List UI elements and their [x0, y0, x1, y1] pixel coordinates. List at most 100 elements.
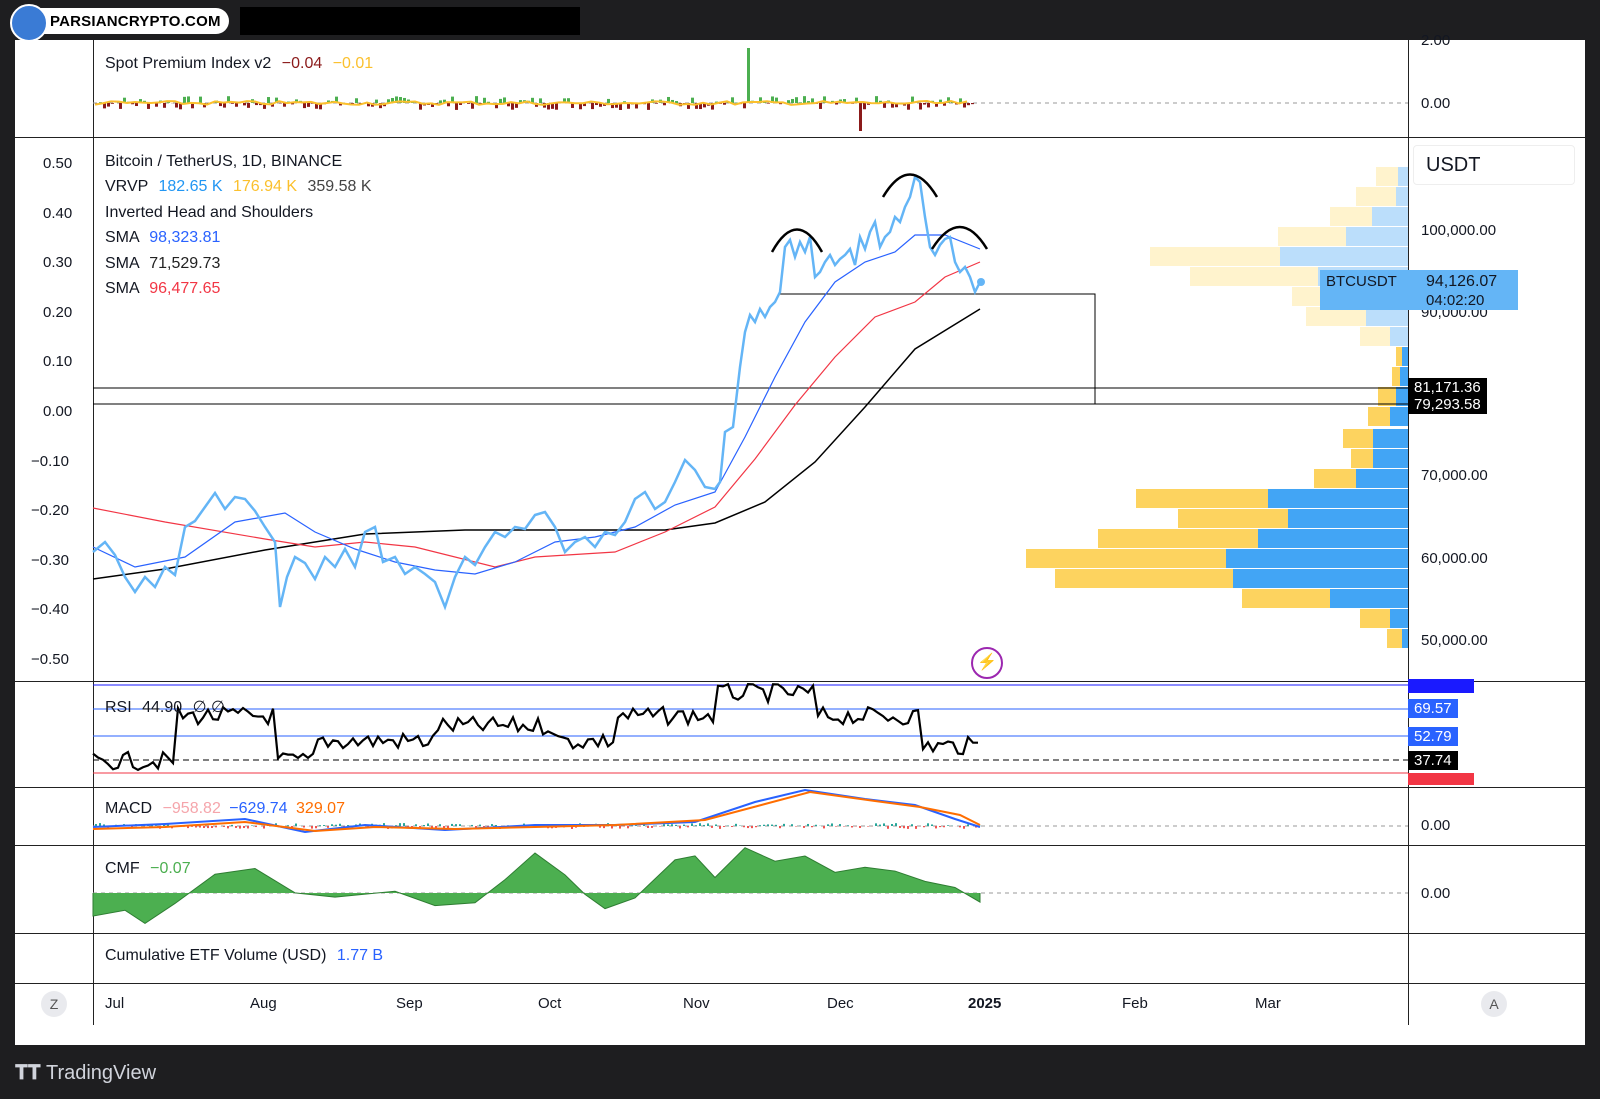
- sma-legend-1[interactable]: SMA 98,323.81: [105, 229, 220, 247]
- macd-histogram-bar: [815, 824, 817, 826]
- macd-histogram-bar: [327, 826, 329, 828]
- alert-icon[interactable]: ⚡: [971, 647, 1003, 679]
- volume-profile-buy: [1330, 589, 1408, 608]
- macd-histogram-bar: [651, 826, 653, 828]
- macd-histogram-bar: [711, 826, 713, 828]
- macd-histogram-bar: [867, 826, 869, 827]
- premium-bar: [267, 97, 270, 103]
- auto-scale-a-button[interactable]: A: [1481, 991, 1507, 1017]
- volume-profile-sell: [1330, 207, 1372, 226]
- premium-bar: [883, 103, 886, 108]
- rsi-tag-3[interactable]: 37.74: [1408, 751, 1458, 770]
- macd-histogram-bar: [839, 824, 841, 826]
- macd-histogram-bar: [879, 824, 881, 826]
- time-axis[interactable]: Z A Jul Aug Sep Oct Nov Dec 2025 Feb Mar: [15, 983, 1585, 1025]
- macd-axis[interactable]: 0.00: [1408, 787, 1586, 845]
- rsi-tag-top[interactable]: [1408, 679, 1474, 693]
- macd-histogram-bar: [947, 825, 949, 826]
- auto-scale-z-button[interactable]: Z: [41, 991, 67, 1017]
- sma-legend-3[interactable]: SMA 96,477.65: [105, 280, 220, 298]
- vrvp-legend[interactable]: VRVP 182.65 K 176.94 K 359.58 K: [105, 178, 372, 196]
- premium-bar: [439, 100, 442, 103]
- premium-bar: [355, 98, 358, 103]
- premium-bar: [803, 96, 806, 103]
- tradingview-logo: 𝐓𝐓 TradingView: [15, 1062, 157, 1084]
- macd-histogram-bar: [435, 826, 437, 828]
- macd-histogram-bar: [155, 825, 157, 826]
- macd-histogram-bar: [347, 825, 349, 826]
- volume-profile-buy: [1233, 569, 1408, 588]
- volume-profile-buy: [1390, 327, 1408, 346]
- volume-profile-buy: [1346, 227, 1408, 246]
- volume-profile-sell: [1351, 449, 1373, 468]
- volume-profile-buy: [1258, 529, 1408, 548]
- etf-axis[interactable]: [1408, 933, 1586, 983]
- macd-histogram-bar: [479, 824, 481, 826]
- macd-histogram-bar: [335, 824, 337, 826]
- macd-histogram-bar: [399, 823, 401, 826]
- cmf-axis[interactable]: 0.00: [1408, 845, 1586, 933]
- time-label-2025: 2025: [968, 995, 1002, 1012]
- macd-histogram-bar: [303, 826, 305, 828]
- cmf-plot: [92, 847, 1408, 925]
- macd-histogram-bar: [847, 825, 849, 826]
- premium-bar: [375, 99, 378, 103]
- premium-bar: [723, 103, 726, 105]
- macd-histogram-bar: [395, 825, 397, 826]
- macd-histogram-bar: [471, 824, 473, 826]
- symbol-title[interactable]: Bitcoin / TetherUS, 1D, BINANCE: [105, 153, 342, 171]
- macd-histogram-bar: [635, 825, 637, 826]
- macd-histogram-bar: [423, 825, 425, 826]
- volume-profile-sell: [1343, 429, 1373, 448]
- macd-histogram-bar: [715, 824, 717, 826]
- rsi-pane: RSI 44.90 ∅ ∅ 69.57 52.79 37.74: [15, 679, 1585, 788]
- spot-premium-plot: [93, 48, 1408, 131]
- time-label-mar: Mar: [1255, 995, 1281, 1012]
- time-label-dec: Dec: [827, 995, 854, 1012]
- price-line: [92, 174, 982, 611]
- premium-bar: [107, 103, 110, 107]
- rsi-tag-2[interactable]: 52.79: [1408, 727, 1458, 746]
- macd-histogram-bar: [875, 823, 877, 826]
- time-label-feb: Feb: [1122, 995, 1148, 1012]
- price-tag[interactable]: BTCUSDT 94,126.07 04:02:20: [1320, 270, 1518, 310]
- macd-histogram-bar: [791, 824, 793, 826]
- macd-histogram-bar: [247, 826, 249, 829]
- macd-histogram-bar: [403, 823, 405, 826]
- macd-histogram-bar: [811, 826, 813, 828]
- rsi-line: [92, 682, 979, 772]
- volume-profile-sell: [1360, 609, 1390, 628]
- macd-histogram-bar: [887, 826, 889, 829]
- macd-histogram-bar: [235, 826, 237, 828]
- premium-bar: [647, 103, 650, 110]
- rsi-legend[interactable]: RSI 44.90 ∅ ∅: [105, 697, 225, 717]
- macd-histogram-bar: [915, 826, 917, 829]
- volume-profile-sell: [1178, 509, 1288, 528]
- macd-histogram-bar: [735, 823, 737, 826]
- rsi-tag-bottom[interactable]: [1408, 773, 1474, 785]
- macd-legend[interactable]: MACD −958.82 −629.74 329.07: [105, 800, 345, 818]
- macd-histogram-bar: [675, 824, 677, 826]
- macd-histogram-bar: [611, 826, 613, 829]
- macd-histogram-bar: [783, 823, 785, 826]
- etf-legend[interactable]: Cumulative ETF Volume (USD) 1.77 B: [105, 947, 383, 965]
- macd-histogram-bar: [899, 826, 901, 828]
- premium-bar: [199, 96, 202, 103]
- level-tag-2[interactable]: 79,293.58: [1408, 395, 1487, 414]
- spot-premium-axis[interactable]: 2.00 0.00: [1408, 32, 1586, 137]
- macd-histogram-bar: [963, 826, 965, 829]
- macd-histogram-bar: [775, 824, 777, 826]
- cmf-legend[interactable]: CMF −0.07: [105, 860, 191, 878]
- macd-histogram-bar: [895, 823, 897, 826]
- volume-profile-sell: [1055, 569, 1233, 588]
- site-logo: PARSIANCRYPTO.COM: [10, 4, 229, 42]
- macd-histogram-bar: [903, 826, 905, 829]
- pattern-legend[interactable]: Inverted Head and Shoulders: [105, 204, 313, 222]
- macd-histogram-bar: [827, 824, 829, 826]
- time-label-jul: Jul: [105, 995, 125, 1012]
- rsi-tag-1[interactable]: 69.57: [1408, 699, 1458, 718]
- premium-bar: [499, 98, 502, 103]
- macd-histogram-bar: [295, 823, 297, 826]
- macd-histogram-bar: [731, 826, 733, 827]
- sma-legend-2[interactable]: SMA 71,529.73: [105, 255, 220, 273]
